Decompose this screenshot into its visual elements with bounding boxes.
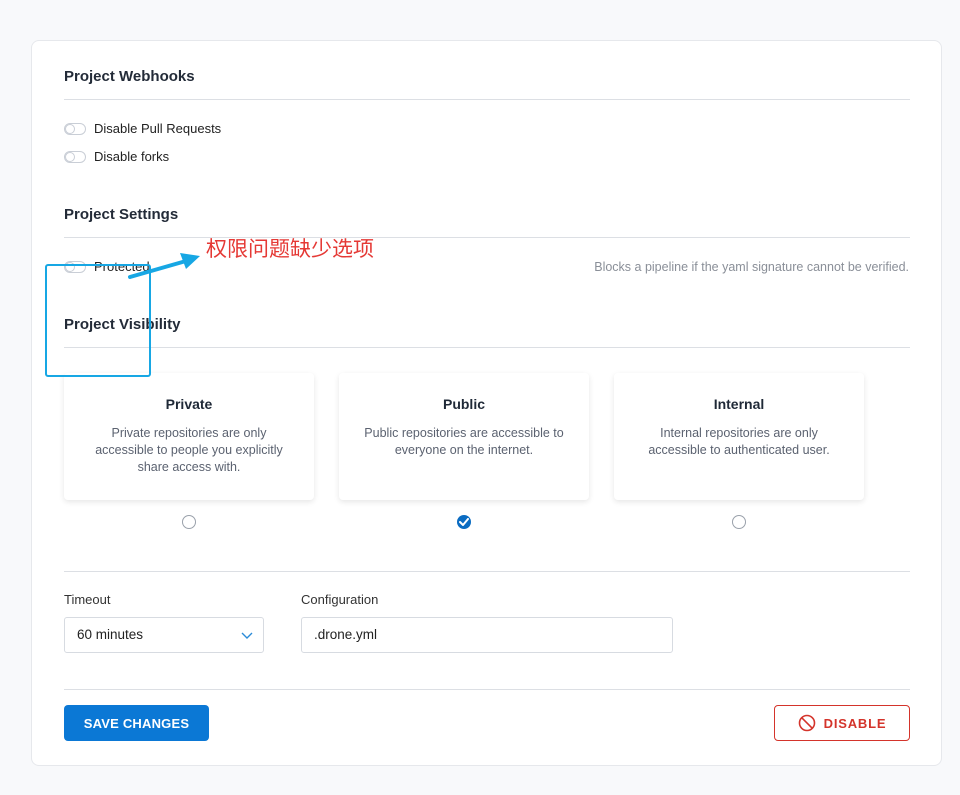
configuration-input[interactable]: .drone.yml [301,617,673,653]
save-changes-button[interactable]: SAVE CHANGES [64,705,209,741]
timeout-label: Timeout [64,592,111,607]
annotation-arrow-icon [128,253,200,279]
timeout-value: 60 minutes [77,627,144,642]
option-description: Private repositories are only accessible… [95,426,283,474]
radio-private[interactable] [182,515,196,529]
disable-button[interactable]: DISABLE [774,705,910,741]
disable-label: DISABLE [823,715,887,731]
configuration-value: .drone.yml [314,627,378,642]
annotation-text: 权限问题缺少选项 [206,237,374,261]
webhooks-title: Project Webhooks [64,68,195,85]
radio-public[interactable] [457,515,471,529]
configuration-label: Configuration [301,592,379,607]
checkmark-icon [459,518,469,526]
visibility-option-internal[interactable]: Internal Internal repositories are only … [614,373,864,500]
toggle-disable-pull-requests[interactable]: Disable Pull Requests [64,121,221,136]
option-description: Public repositories are accessible to ev… [364,426,564,457]
settings-title: Project Settings [64,206,179,223]
visibility-option-private[interactable]: Private Private repositories are only ac… [64,373,314,500]
ban-icon [798,714,815,732]
visibility-option-public[interactable]: Public Public repositories are accessibl… [339,373,589,500]
option-title: Public [442,396,485,412]
toggle-label: Disable forks [94,149,170,164]
radio-internal[interactable] [732,515,746,529]
option-title: Private [165,396,213,412]
option-description: Internal repositories are only accessibl… [648,426,830,457]
timeout-select[interactable]: 60 minutes [64,617,264,653]
toggle-disable-forks[interactable]: Disable forks [64,149,169,164]
toggle-switch[interactable] [64,150,86,163]
protected-hint: Blocks a pipeline if the yaml signature … [594,260,909,274]
toggle-label: Disable Pull Requests [94,121,222,136]
divider [64,99,910,100]
divider [64,347,910,348]
option-title: Internal [713,396,765,412]
divider [64,237,910,238]
divider [64,571,910,572]
divider [64,689,910,690]
project-settings-card: Project Webhooks Disable Pull Requests D… [31,40,942,766]
toggle-switch[interactable] [64,122,86,135]
chevron-down-icon [241,632,253,639]
